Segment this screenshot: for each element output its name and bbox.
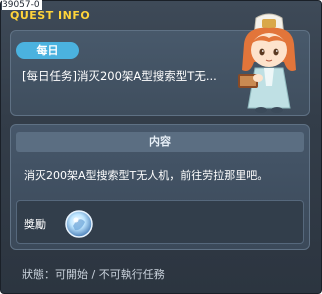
quest-description: 消灭200架A型搜索型T无人机，前往劳拉那里吧。 xyxy=(24,169,269,182)
quest-status: 狀態：可開始 / 不可執行任務 xyxy=(22,268,165,281)
quest-category-badge: 每日 xyxy=(16,42,79,59)
exp-orb-icon[interactable] xyxy=(64,209,94,239)
quest-name: [每日任务]消灭200架A型搜索型T无... xyxy=(22,69,217,83)
content-section-header: 内容 xyxy=(16,132,304,152)
npc-character-icon xyxy=(238,13,296,113)
reward-box xyxy=(16,200,304,244)
window-title: QUEST INFO xyxy=(10,9,91,22)
reward-label: 獎勵 xyxy=(24,218,46,231)
